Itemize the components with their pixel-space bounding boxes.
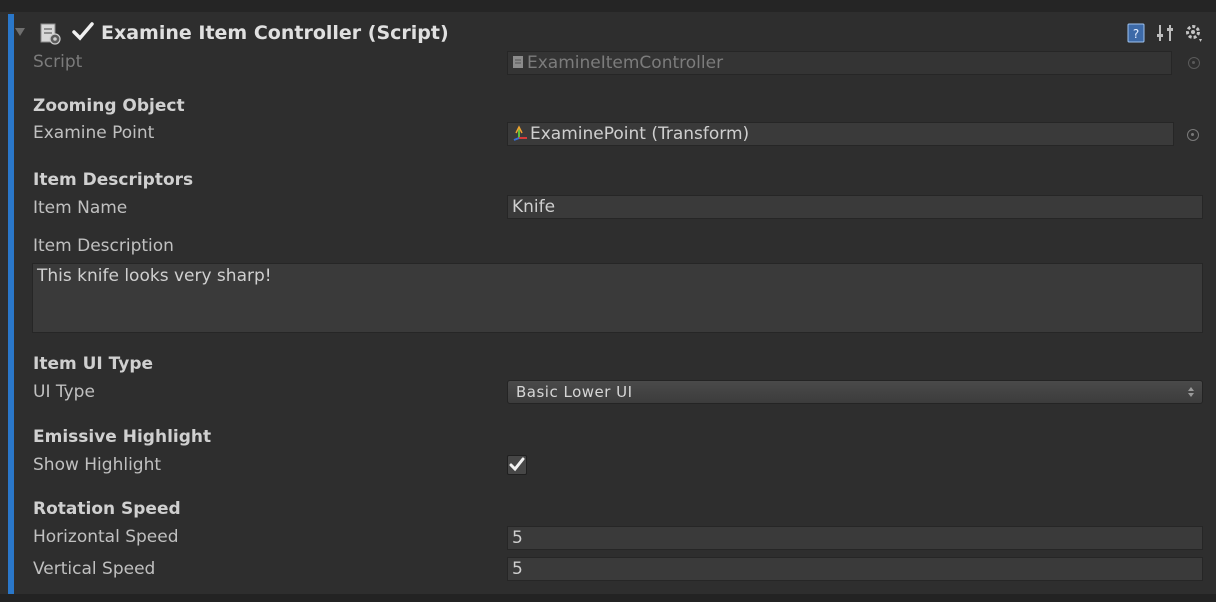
item-name-label: Item Name bbox=[33, 198, 128, 218]
ui-type-label: UI Type bbox=[33, 382, 95, 402]
section-rotation-speed: Rotation Speed bbox=[33, 499, 181, 519]
inspector-panel: Examine Item Controller (Script) ? Scrip… bbox=[0, 0, 1216, 602]
section-zooming-object: Zooming Object bbox=[33, 96, 185, 116]
item-description-textarea[interactable]: This knife looks very sharp! bbox=[32, 263, 1203, 333]
show-highlight-label: Show Highlight bbox=[33, 455, 162, 475]
horizontal-speed-label: Horizontal Speed bbox=[33, 527, 179, 547]
ui-type-dropdown[interactable]: Basic Lower UI bbox=[507, 380, 1203, 404]
script-field: ExamineItemController bbox=[507, 51, 1172, 75]
examine-point-label: Examine Point bbox=[33, 123, 155, 143]
svg-text:?: ? bbox=[1133, 27, 1139, 41]
examine-point-field[interactable]: ExaminePoint (Transform) bbox=[507, 122, 1174, 146]
vertical-speed-label: Vertical Speed bbox=[33, 559, 156, 579]
ui-type-selected: Basic Lower UI bbox=[516, 383, 633, 401]
foldout-arrow-icon[interactable] bbox=[15, 28, 25, 36]
selection-accent-bar bbox=[8, 14, 14, 594]
bottom-divider bbox=[0, 594, 1216, 602]
examine-point-value: ExaminePoint (Transform) bbox=[530, 124, 750, 144]
script-label: Script bbox=[33, 52, 83, 72]
show-highlight-checkbox[interactable] bbox=[507, 455, 527, 475]
transform-axis-icon bbox=[513, 125, 527, 141]
script-field-value: ExamineItemController bbox=[527, 53, 724, 73]
horizontal-speed-input[interactable]: 5 bbox=[507, 526, 1203, 550]
object-picker-icon bbox=[1188, 57, 1200, 69]
component-enabled-checkbox[interactable] bbox=[71, 21, 95, 43]
presets-sliders-icon[interactable] bbox=[1155, 22, 1177, 44]
object-picker-icon[interactable] bbox=[1187, 129, 1199, 141]
script-component-icon bbox=[40, 23, 61, 45]
section-emissive-highlight: Emissive Highlight bbox=[33, 427, 212, 447]
script-file-icon bbox=[513, 56, 523, 68]
vertical-speed-input[interactable]: 5 bbox=[507, 557, 1203, 581]
help-book-icon[interactable]: ? bbox=[1125, 22, 1147, 44]
section-item-descriptors: Item Descriptors bbox=[33, 170, 194, 190]
checkmark-icon bbox=[509, 457, 525, 472]
item-name-input[interactable]: Knife bbox=[507, 195, 1203, 219]
component-title: Examine Item Controller (Script) bbox=[101, 22, 449, 44]
gear-icon[interactable] bbox=[1183, 22, 1205, 44]
item-description-label: Item Description bbox=[33, 236, 174, 256]
section-item-ui-type: Item UI Type bbox=[33, 354, 154, 374]
top-divider bbox=[0, 0, 1216, 12]
dropdown-arrows-icon bbox=[1188, 387, 1194, 397]
